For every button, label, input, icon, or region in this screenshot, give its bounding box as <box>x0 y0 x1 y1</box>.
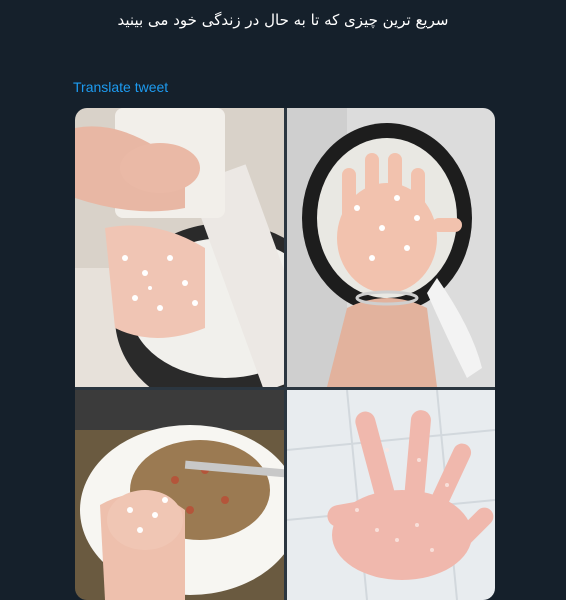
photo-4[interactable] <box>287 390 495 600</box>
photo-3[interactable] <box>75 390 284 600</box>
translate-tweet-link[interactable]: Translate tweet <box>73 79 168 95</box>
photo-1-image <box>75 108 284 387</box>
photo-3-image <box>75 390 284 600</box>
photo-2-image <box>287 108 495 387</box>
tweet-text: سریع ترین چیزی که تا به حال در زندگی خود… <box>117 11 449 29</box>
photo-1[interactable] <box>75 108 284 387</box>
media-grid <box>75 108 495 600</box>
photo-2[interactable] <box>287 108 495 387</box>
photo-4-image <box>287 390 495 600</box>
